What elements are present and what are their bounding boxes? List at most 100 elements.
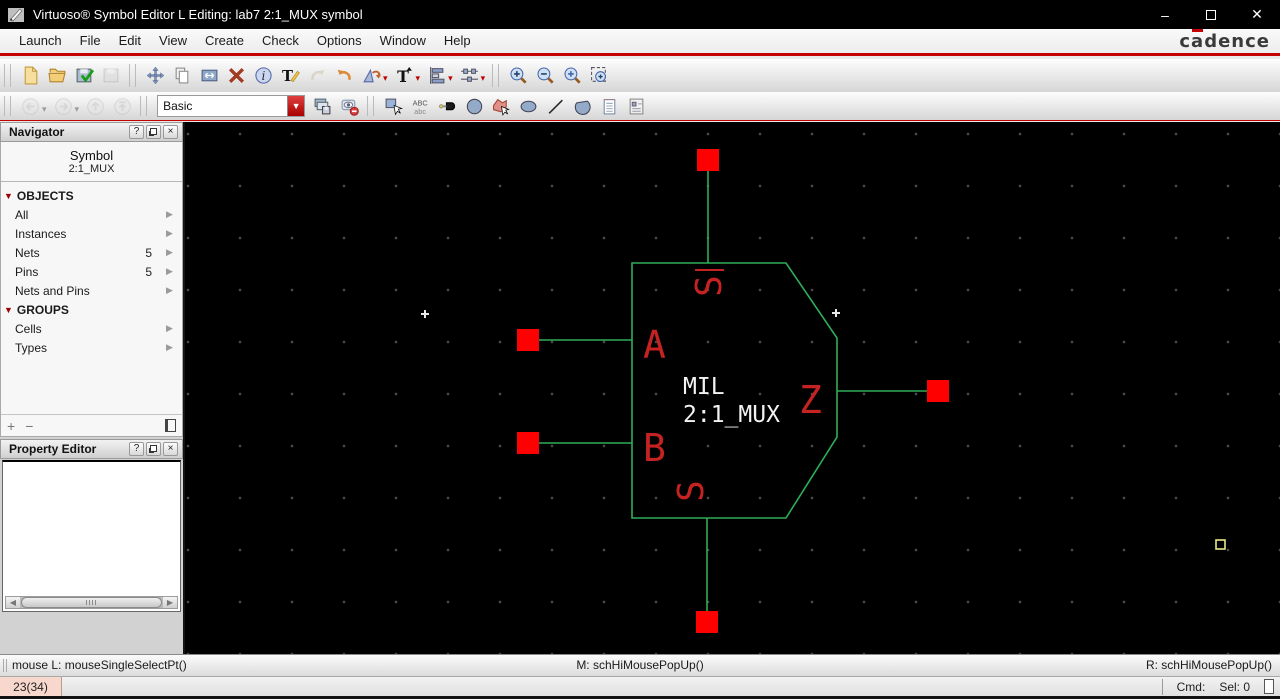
zoom-fit-icon — [591, 67, 607, 82]
maximize-button[interactable] — [1188, 0, 1234, 29]
note-tool-button[interactable] — [596, 93, 623, 119]
property-editor-hscrollbar[interactable]: ◀ ▶ — [5, 596, 178, 609]
pin-square-b[interactable] — [517, 432, 539, 454]
tree-section-groups[interactable]: ▼ GROUPS — [1, 300, 182, 319]
pin-label-z[interactable]: Z — [799, 378, 822, 422]
text-options-dropdown-icon[interactable]: ▾ — [416, 73, 421, 84]
rotate-dropdown-icon[interactable]: ▾ — [383, 73, 388, 84]
expand-arrow-icon[interactable]: ▶ — [166, 266, 176, 277]
back-button — [17, 93, 44, 119]
menu-options[interactable]: Options — [308, 29, 371, 52]
properties-button[interactable]: i — [250, 63, 277, 89]
zoom-fit-button[interactable] — [586, 63, 613, 89]
label-tool-button[interactable]: ABC abc — [407, 93, 434, 119]
redo-button[interactable] — [331, 63, 358, 89]
tree-item-nets[interactable]: Nets 5 ▶ — [1, 243, 182, 262]
expand-arrow-icon[interactable]: ▶ — [166, 342, 176, 353]
ellipse-tool-button[interactable] — [515, 93, 542, 119]
collapse-triangle-icon[interactable]: ▼ — [4, 191, 13, 201]
new-file-button[interactable] — [17, 63, 44, 89]
eye-remove-button[interactable] — [336, 93, 363, 119]
expand-arrow-icon[interactable]: ▶ — [166, 209, 176, 220]
circle-tool-button[interactable] — [461, 93, 488, 119]
select-tool-icon — [385, 98, 404, 115]
add-filter-button[interactable]: + — [7, 418, 15, 434]
pin-square-a[interactable] — [517, 329, 539, 351]
check-save-button[interactable] — [71, 63, 98, 89]
copy-button[interactable] — [169, 63, 196, 89]
property-editor-title-bar[interactable]: Property Editor ? × — [0, 439, 183, 459]
minimize-button[interactable]: – — [1142, 0, 1188, 29]
property-editor-panel[interactable]: ◀ ▶ — [2, 460, 181, 612]
tree-item-cells[interactable]: Cells ▶ — [1, 319, 182, 338]
remove-filter-button[interactable]: − — [25, 418, 33, 434]
edit-label-button[interactable]: T — [277, 63, 304, 89]
align-button[interactable] — [423, 63, 450, 89]
toolbar-create: ▾ ▾ Basic ▼ ABC abc — [0, 92, 1280, 121]
property-editor-float-button[interactable] — [146, 442, 161, 456]
zoom-in-button[interactable] — [505, 63, 532, 89]
navigator-title-bar[interactable]: Navigator ? × — [0, 122, 183, 142]
pin-label-b[interactable]: B — [643, 426, 666, 470]
stack-save-button[interactable] — [309, 93, 336, 119]
symbol-canvas[interactable]: A B Z S S MIL 2:1_MUX — [185, 122, 1280, 654]
expand-arrow-icon[interactable]: ▶ — [166, 285, 176, 296]
line-tool-button[interactable] — [542, 93, 569, 119]
menu-launch[interactable]: Launch — [10, 29, 71, 52]
zoom-out-button[interactable] — [532, 63, 559, 89]
expand-arrow-icon[interactable]: ▶ — [166, 323, 176, 334]
collapse-triangle-icon[interactable]: ▼ — [4, 305, 13, 315]
property-editor-close-button[interactable]: × — [163, 442, 178, 456]
rotate-button[interactable] — [358, 63, 385, 89]
expand-arrow-icon[interactable]: ▶ — [166, 228, 176, 239]
tree-item-nets-and-pins[interactable]: Nets and Pins ▶ — [1, 281, 182, 300]
tree-item-label: Pins — [15, 264, 39, 279]
expand-arrow-icon[interactable]: ▶ — [166, 247, 176, 258]
menu-window[interactable]: Window — [371, 29, 435, 52]
move-button[interactable] — [142, 63, 169, 89]
menu-view[interactable]: View — [150, 29, 196, 52]
pin-square-s[interactable] — [696, 611, 718, 633]
tree-section-objects[interactable]: ▼ OBJECTS — [1, 186, 182, 205]
close-button[interactable]: ✕ — [1234, 0, 1280, 29]
tree-item-pins[interactable]: Pins 5 ▶ — [1, 262, 182, 281]
pin-label-s[interactable]: S — [671, 480, 712, 502]
navigator-float-button[interactable] — [146, 125, 161, 139]
stretch-button[interactable] — [196, 63, 223, 89]
doc-tool-button[interactable] — [623, 93, 650, 119]
pin-label-s0bar[interactable]: S — [689, 269, 730, 297]
split-panel-icon[interactable] — [165, 419, 176, 432]
zoom-selected-button[interactable] — [559, 63, 586, 89]
cell-text-line2[interactable]: 2:1_MUX — [683, 402, 780, 428]
text-options-button[interactable]: T — [391, 63, 418, 89]
polygon-tool-button[interactable] — [488, 93, 515, 119]
symbol-style-combobox[interactable]: Basic ▼ — [157, 95, 306, 117]
navigator-help-button[interactable]: ? — [129, 125, 144, 139]
arc-tool-button[interactable] — [569, 93, 596, 119]
menu-help[interactable]: Help — [435, 29, 480, 52]
menu-check[interactable]: Check — [253, 29, 308, 52]
select-tool-button[interactable] — [380, 93, 407, 119]
tree-item-types[interactable]: Types ▶ — [1, 338, 182, 357]
tree-item-all[interactable]: All ▶ — [1, 205, 182, 224]
scrollbar-thumb[interactable] — [21, 597, 162, 608]
scroll-left-icon[interactable]: ◀ — [6, 597, 20, 608]
distribute-dropdown-icon[interactable]: ▾ — [481, 73, 486, 84]
tree-item-instances[interactable]: Instances ▶ — [1, 224, 182, 243]
distribute-button[interactable] — [456, 63, 483, 89]
cell-text-line1[interactable]: MIL — [683, 374, 725, 400]
combobox-dropdown-icon[interactable]: ▼ — [287, 96, 305, 116]
pin-tool-button[interactable] — [434, 93, 461, 119]
pin-square-s0bar[interactable] — [697, 149, 719, 171]
menu-edit[interactable]: Edit — [110, 29, 150, 52]
menu-file[interactable]: File — [71, 29, 110, 52]
align-dropdown-icon[interactable]: ▾ — [448, 73, 453, 84]
pin-label-a[interactable]: A — [643, 323, 666, 367]
pin-square-z[interactable] — [927, 380, 949, 402]
property-editor-help-button[interactable]: ? — [129, 442, 144, 456]
menu-create[interactable]: Create — [196, 29, 253, 52]
open-button[interactable] — [44, 63, 71, 89]
scroll-right-icon[interactable]: ▶ — [163, 597, 177, 608]
delete-button[interactable] — [223, 63, 250, 89]
navigator-close-button[interactable]: × — [163, 125, 178, 139]
